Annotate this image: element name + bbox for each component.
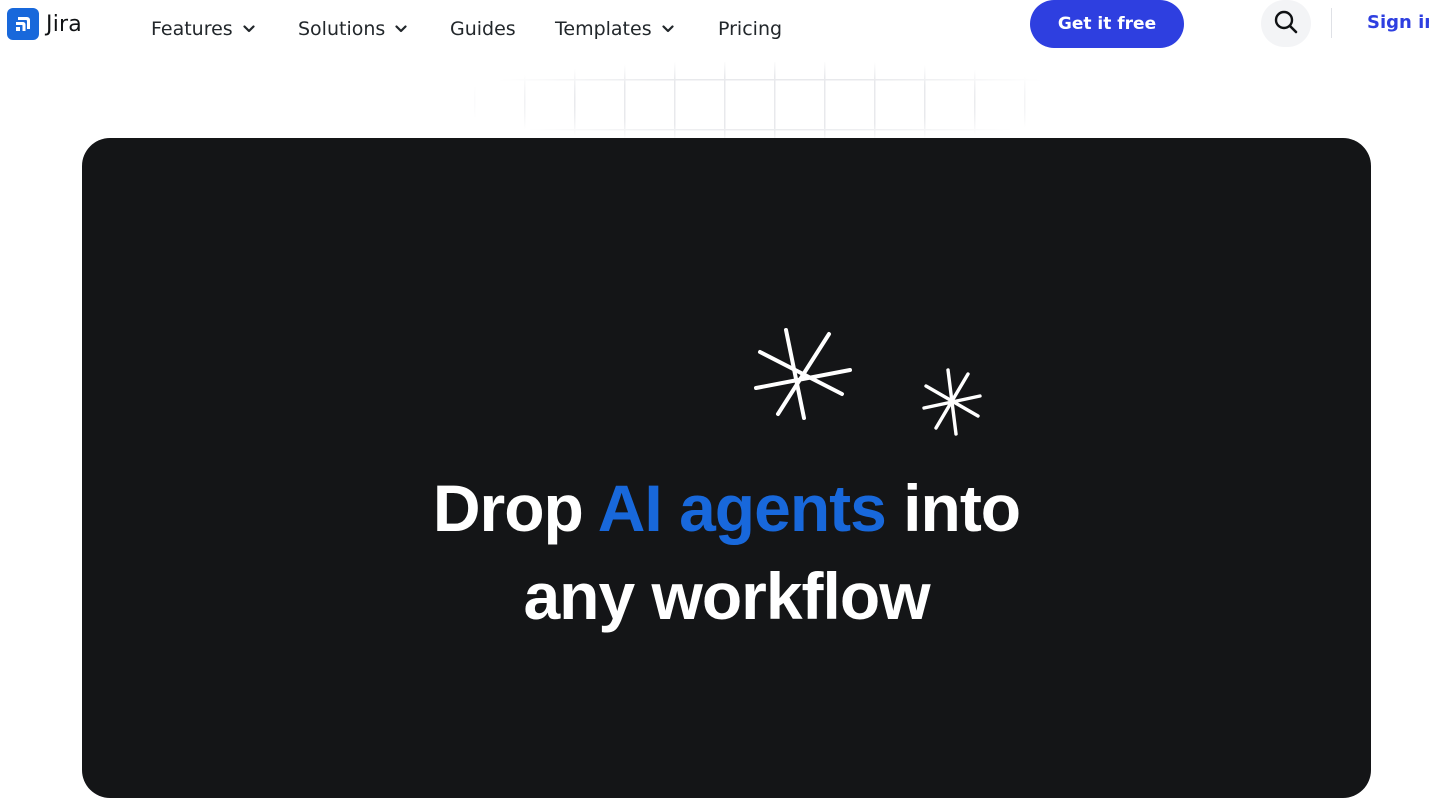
hero-title-start: Drop [432,471,598,546]
top-navigation: Jira Features Solutions Guides Templates… [0,0,1429,56]
nav-item-label: Templates [555,18,652,40]
get-it-free-button[interactable]: Get it free [1030,0,1184,48]
nav-item-features[interactable]: Features [151,17,255,41]
chevron-down-icon [662,25,674,33]
nav-item-label: Solutions [298,18,386,40]
search-icon [1273,9,1299,39]
hero-title-end: any workflow [523,559,930,634]
nav-item-label: Guides [450,18,516,40]
nav-item-solutions[interactable]: Solutions [298,17,407,41]
search-button[interactable] [1261,0,1311,47]
hero-title: Drop AI agents into any workflow [82,464,1371,640]
sparkle-icon [752,324,856,428]
sign-in-link[interactable]: Sign in [1367,12,1429,33]
jira-logo-icon [7,8,39,40]
nav-item-label: Features [151,18,233,40]
jira-logo[interactable]: Jira [7,8,82,40]
chevron-down-icon [243,25,255,33]
nav-item-guides[interactable]: Guides [450,17,516,41]
hero-title-accent: AI agents [597,471,887,546]
nav-item-label: Pricing [718,18,783,40]
background-grid-decoration [470,62,1070,142]
brand-name: Jira [46,11,82,37]
sparkle-icon [920,366,984,442]
chevron-down-icon [395,25,407,33]
nav-divider [1331,8,1332,38]
hero-banner: Drop AI agents into any workflow [82,138,1371,798]
nav-item-pricing[interactable]: Pricing [718,17,782,41]
nav-item-templates[interactable]: Templates [555,17,674,41]
hero-title-middle: into [885,471,1021,546]
